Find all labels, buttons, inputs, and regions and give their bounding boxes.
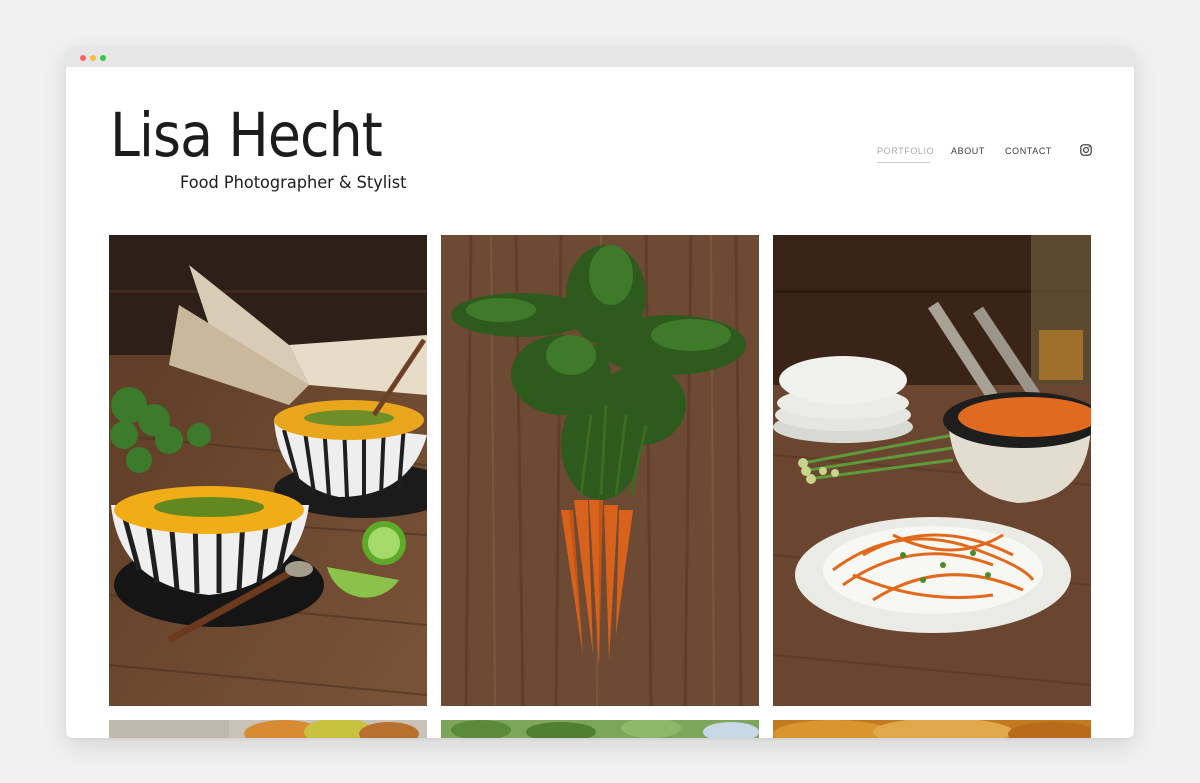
minimize-window-dot[interactable] (90, 55, 96, 61)
portfolio-image-soup[interactable] (109, 235, 427, 706)
nav-portfolio[interactable]: PORTFOLIO (877, 146, 934, 156)
portfolio-image-apples[interactable] (109, 720, 427, 738)
site-tagline: Food Photographer & Stylist (180, 173, 407, 193)
portfolio-image-carrots[interactable] (441, 235, 759, 706)
portfolio-image-apple-tree[interactable] (441, 720, 759, 738)
nav-about[interactable]: ABOUT (951, 146, 985, 156)
nav-contact[interactable]: CONTACT (1005, 146, 1052, 156)
browser-window: Lisa Hecht Food Photographer & Stylist P… (66, 47, 1134, 738)
instagram-icon[interactable] (1080, 144, 1092, 156)
portfolio-image-carrot-salad[interactable] (773, 235, 1091, 706)
browser-toolbar (66, 47, 1134, 67)
close-window-dot[interactable] (80, 55, 86, 61)
maximize-window-dot[interactable] (100, 55, 106, 61)
site-title[interactable]: Lisa Hecht (110, 105, 383, 166)
portfolio-image-baked-goods[interactable] (773, 720, 1091, 738)
nav-active-underline (877, 162, 930, 163)
